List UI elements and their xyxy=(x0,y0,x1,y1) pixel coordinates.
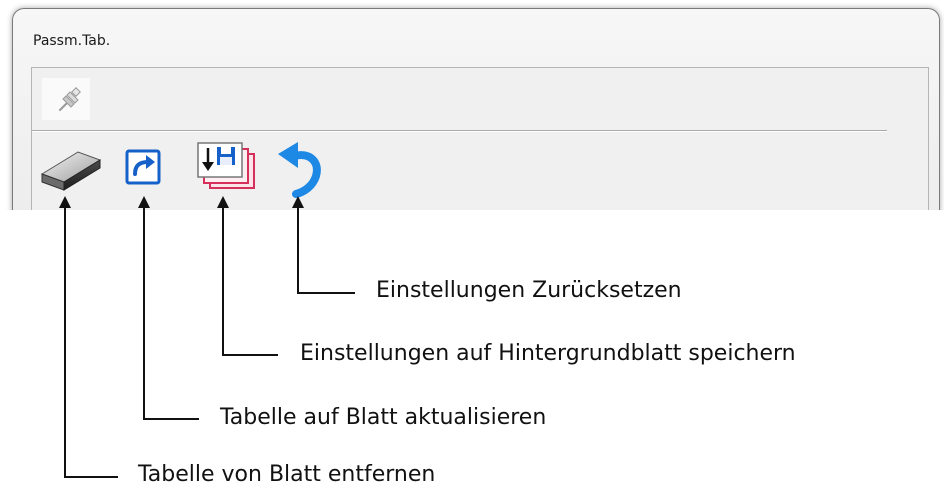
eraser-icon xyxy=(38,142,102,192)
remove-callout-vertical xyxy=(64,206,66,478)
remove-callout-label: Tabelle von Blatt entfernen xyxy=(138,462,436,487)
refresh-table-button[interactable] xyxy=(124,148,162,186)
refresh-icon xyxy=(124,148,162,186)
window-title: Passm.Tab. xyxy=(33,33,111,49)
toolbar-panel xyxy=(31,67,929,229)
save-to-background-icon xyxy=(196,140,258,192)
dialog-window: Passm.Tab. xyxy=(12,8,940,229)
pin-icon[interactable] xyxy=(56,86,84,114)
reset-callout-vertical xyxy=(297,206,299,294)
reset-settings-button[interactable] xyxy=(276,138,326,198)
undo-arrow-icon xyxy=(276,138,326,198)
remove-callout-horizontal xyxy=(64,476,118,478)
toolbar-separator-highlight xyxy=(32,131,887,132)
save-callout-vertical xyxy=(222,206,224,356)
reset-callout-label: Einstellungen Zurücksetzen xyxy=(376,278,682,303)
refresh-callout-label: Tabelle auf Blatt aktualisieren xyxy=(220,405,547,430)
refresh-callout-vertical xyxy=(143,206,145,420)
save-settings-button[interactable] xyxy=(196,140,258,192)
reset-callout-horizontal xyxy=(297,292,355,294)
save-callout-label: Einstellungen auf Hintergrundblatt speic… xyxy=(300,341,796,366)
refresh-callout-horizontal xyxy=(143,418,199,420)
save-callout-horizontal xyxy=(222,354,278,356)
remove-table-button[interactable] xyxy=(38,142,102,192)
pin-area xyxy=(42,78,90,120)
